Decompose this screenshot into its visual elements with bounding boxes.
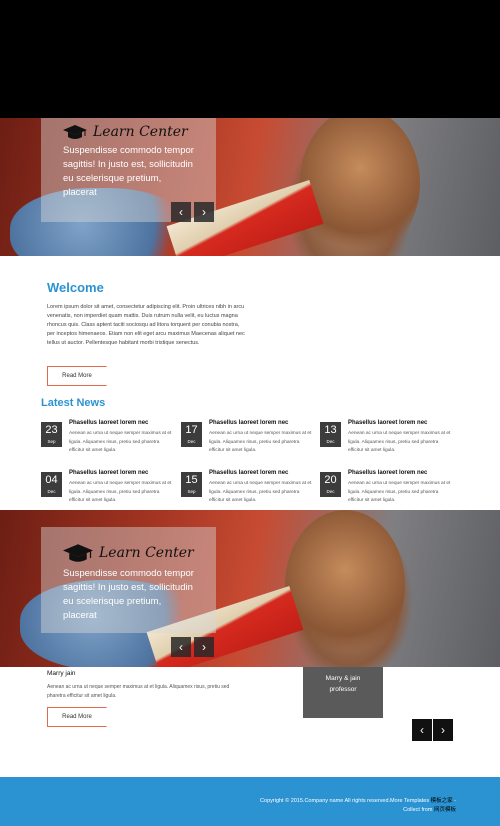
news-month: Dec (187, 439, 196, 444)
hero-caption-text: Suspendisse commodo tempor sagittis! In … (63, 145, 194, 198)
hero-prev-button[interactable]: ‹ (171, 637, 191, 657)
hero-next-button[interactable]: › (194, 202, 214, 222)
news-title[interactable]: Phasellus laoreet lorem nec (348, 470, 427, 476)
hero-banner-bottom: Learn Center Suspendisse commodo tempor … (0, 510, 500, 667)
news-text: Aenean ac urna ut neque semper maximus a… (69, 481, 172, 503)
news-day: 17 (185, 424, 198, 436)
news-item[interactable]: 20 Dec Phasellus laoreet lorem nec Aenea… (320, 470, 451, 508)
logo[interactable]: Learn Center (41, 527, 216, 563)
logo-text: Learn Center (93, 124, 188, 140)
profile-card: Marry & jain professor (303, 667, 383, 718)
welcome-read-more-button[interactable]: Read More (47, 366, 107, 386)
logo-text: Learn Center (99, 545, 194, 561)
news-month: Dec (326, 439, 335, 444)
news-day: 23 (45, 424, 58, 436)
chevron-left-icon: ‹ (420, 723, 424, 737)
hero-caption-text: Suspendisse commodo tempor sagittis! In … (63, 568, 194, 621)
profile-role: professor (329, 686, 357, 693)
latest-news-title: Latest News (41, 397, 106, 409)
news-item[interactable]: 13 Dec Phasellus laoreet lorem nec Aenea… (320, 420, 451, 458)
news-title[interactable]: Phasellus laoreet lorem nec (69, 420, 148, 426)
hero-image-detail (285, 510, 405, 660)
news-item[interactable]: 23 Sep Phasellus laoreet lorem nec Aenea… (41, 420, 172, 458)
footer-link-templates[interactable]: 模板之家 (431, 798, 453, 804)
hero-banner-top: Learn Center Suspendisse commodo tempor … (0, 118, 500, 256)
news-date-badge: 15 Sep (181, 472, 202, 497)
news-month: Dec (47, 489, 56, 494)
testimonial-read-more-button[interactable]: Read More (47, 707, 107, 727)
profile-name: Marry & jain (325, 675, 361, 682)
hero-caption: Learn Center Suspendisse commodo tempor … (41, 527, 216, 633)
hero-next-button[interactable]: › (194, 637, 214, 657)
news-date-badge: 20 Dec (320, 472, 341, 497)
welcome-section: Welcome Lorem ipsum dolor sit amet, cons… (47, 280, 247, 348)
footer: Copyright © 2015.Company name All rights… (0, 777, 500, 826)
news-item[interactable]: 04 Dec Phasellus laoreet lorem nec Aenea… (41, 470, 172, 508)
news-text: Aenean ac urna ut neque semper maximus a… (209, 481, 312, 503)
welcome-body: Lorem ipsum dolor sit amet, consectetur … (47, 304, 245, 346)
chevron-left-icon: ‹ (179, 640, 183, 654)
testimonial-text: Aenean ac urna ut neque semper maximus a… (47, 684, 230, 699)
top-header-bar (0, 0, 500, 118)
chevron-right-icon: › (441, 723, 445, 737)
testimonial-name: Marry jain (47, 670, 76, 677)
news-date-badge: 23 Sep (41, 422, 62, 447)
news-text: Aenean ac urna ut neque semper maximus a… (69, 431, 172, 453)
news-month: Dec (326, 489, 335, 494)
news-text: Aenean ac urna ut neque semper maximus a… (348, 481, 451, 503)
chevron-right-icon: › (202, 205, 206, 219)
news-title[interactable]: Phasellus laoreet lorem nec (209, 420, 288, 426)
news-month: Sep (187, 489, 196, 494)
welcome-title: Welcome (47, 280, 104, 295)
news-day: 13 (324, 424, 337, 436)
graduation-cap-icon (63, 125, 87, 139)
footer-copyright: Copyright © 2015.Company name All rights… (256, 797, 456, 815)
hero-image-detail (300, 118, 420, 256)
news-date-badge: 13 Dec (320, 422, 341, 447)
news-item[interactable]: 15 Sep Phasellus laoreet lorem nec Aenea… (181, 470, 312, 508)
hero-prev-button[interactable]: ‹ (171, 202, 191, 222)
testimonial-prev-button[interactable]: ‹ (412, 719, 432, 741)
news-title[interactable]: Phasellus laoreet lorem nec (348, 420, 427, 426)
copyright-text: Copyright © 2015.Company name All rights… (260, 798, 430, 804)
news-title[interactable]: Phasellus laoreet lorem nec (69, 470, 148, 476)
logo[interactable]: Learn Center (41, 118, 216, 140)
news-item[interactable]: 17 Dec Phasellus laoreet lorem nec Aenea… (181, 420, 312, 458)
chevron-right-icon: › (202, 640, 206, 654)
testimonial-section: Marry jain Aenean ac urna ut neque sempe… (47, 670, 247, 701)
news-day: 04 (45, 474, 58, 486)
news-text: Aenean ac urna ut neque semper maximus a… (348, 431, 451, 453)
news-text: Aenean ac urna ut neque semper maximus a… (209, 431, 312, 453)
news-month: Sep (47, 439, 56, 444)
chevron-left-icon: ‹ (179, 205, 183, 219)
footer-link-source[interactable]: 网页模板 (434, 807, 456, 813)
news-day: 20 (324, 474, 337, 486)
news-date-badge: 04 Dec (41, 472, 62, 497)
news-title[interactable]: Phasellus laoreet lorem nec (209, 470, 288, 476)
news-date-badge: 17 Dec (181, 422, 202, 447)
news-day: 15 (185, 474, 198, 486)
testimonial-next-button[interactable]: › (433, 719, 453, 741)
graduation-cap-icon (63, 544, 93, 562)
